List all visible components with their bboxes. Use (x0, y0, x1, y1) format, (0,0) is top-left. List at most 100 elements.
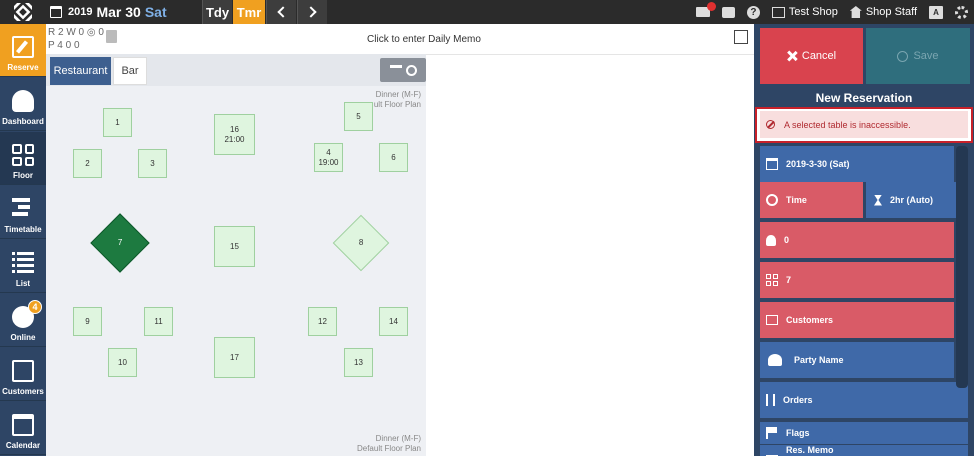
calendar-icon (12, 414, 34, 436)
today-button[interactable]: Tdy (202, 0, 232, 24)
year-label: 2019 (68, 6, 93, 18)
reservation-stats: R 2 W 0 ◎ 0 P 4 0 0 (46, 24, 104, 54)
edit-icon (12, 36, 34, 58)
staff-button[interactable]: Shop Staff (849, 6, 917, 18)
language-icon: A (929, 5, 943, 19)
next-day-button[interactable] (297, 0, 327, 24)
customers-field[interactable]: Customers (760, 302, 954, 338)
table-3[interactable]: 3 (138, 149, 167, 178)
save-label: Save (913, 50, 939, 62)
memo-label: Res. Memo (786, 445, 834, 455)
sidebar-item-label: Dashboard (2, 117, 44, 126)
stats-line-2: P 4 0 0 (48, 40, 80, 51)
close-icon (787, 51, 797, 61)
month-day-label: Mar 30 (96, 4, 141, 20)
flags-label: Flags (786, 428, 810, 438)
help-button[interactable]: ? (746, 5, 760, 19)
gauge-icon (12, 90, 34, 112)
table-6[interactable]: 6 (379, 143, 408, 172)
table-13[interactable]: 13 (344, 348, 373, 377)
duration-select[interactable]: 2hr (Auto) (866, 182, 968, 218)
fork-knife-icon (766, 394, 775, 406)
floor-plan-label-bottom: Dinner (M-F) Default Floor Plan (356, 434, 421, 453)
table-9[interactable]: 9 (73, 307, 102, 336)
table-15[interactable]: 15 (214, 226, 255, 267)
print-button[interactable] (721, 6, 735, 18)
sidebar-item-label: Floor (13, 171, 33, 180)
app-logo-icon[interactable] (0, 0, 46, 24)
globe-icon: 4 (12, 300, 42, 328)
language-button[interactable]: A (929, 5, 943, 19)
hourglass-icon (874, 194, 882, 206)
chevron-left-icon (277, 6, 289, 18)
table-12[interactable]: 12 (308, 307, 337, 336)
panel-title: New Reservation (815, 91, 913, 105)
guests-value: 0 (784, 235, 790, 245)
date-field[interactable]: 2019-3-30 (Sat) (760, 146, 954, 182)
date-display[interactable]: 2019 Mar 30 Sat (50, 0, 167, 24)
help-icon: ? (746, 5, 760, 19)
error-message: A selected table is inaccessible. (760, 111, 968, 138)
mail-icon (695, 2, 716, 17)
tomorrow-button[interactable]: Tmr (233, 0, 265, 24)
sidebar-item-online[interactable]: 4 Online (0, 294, 46, 347)
table-14[interactable]: 14 (379, 307, 408, 336)
weekday-label: Sat (144, 4, 167, 20)
orders-field[interactable]: Orders (760, 382, 968, 418)
panel-scrollbar[interactable] (956, 146, 968, 388)
table-grid-icon (766, 274, 778, 286)
table-icon (389, 65, 402, 75)
tab-restaurant[interactable]: Restaurant (50, 57, 111, 85)
table-5[interactable]: 5 (344, 102, 373, 131)
duration-value: 2hr (Auto) (890, 195, 933, 205)
guests-field[interactable]: 0 (760, 222, 954, 258)
party-name-field[interactable]: Party Name (760, 342, 954, 378)
sidebar: Reserve Dashboard Floor Timetable List 4… (0, 24, 46, 456)
shop-button[interactable]: Test Shop (771, 6, 838, 18)
staff-label: Shop Staff (865, 6, 917, 18)
daily-memo[interactable]: Click to enter Daily Memo (122, 24, 726, 54)
table-10[interactable]: 10 (108, 348, 137, 377)
sidebar-item-calendar[interactable]: Calendar (0, 402, 46, 455)
table-16[interactable]: 16 21:00 (214, 114, 255, 155)
chevron-right-icon (305, 6, 317, 18)
memo-field[interactable]: Res. Memo (760, 445, 968, 456)
settings-button[interactable] (955, 5, 968, 19)
sidebar-item-label: Calendar (5, 441, 41, 450)
table-field[interactable]: 7 (760, 262, 954, 298)
flag-icon (766, 427, 778, 439)
shop-icon (771, 6, 785, 18)
tab-bar[interactable]: Bar (113, 57, 147, 85)
table-1[interactable]: 1 (103, 108, 132, 137)
customers-label: Customers (786, 315, 834, 325)
save-button[interactable]: Save (866, 28, 970, 84)
customer-card-icon (766, 315, 778, 325)
table-2[interactable]: 2 (73, 149, 102, 178)
sidebar-item-reserve[interactable]: Reserve (0, 24, 46, 77)
sidebar-item-label: Online (10, 333, 36, 342)
sidebar-item-list[interactable]: List (0, 240, 46, 293)
flags-field[interactable]: Flags (760, 422, 968, 444)
mail-button[interactable] (695, 2, 716, 17)
floor-grid-icon (12, 144, 34, 166)
sidebar-item-timetable[interactable]: Timetable (0, 186, 46, 239)
table-4[interactable]: 4 19:00 (314, 143, 343, 172)
presentation-icon[interactable] (734, 30, 748, 44)
sidebar-item-floor[interactable]: Floor (0, 132, 46, 185)
table-17[interactable]: 17 (214, 337, 255, 378)
sidebar-item-dashboard[interactable]: Dashboard (0, 78, 46, 131)
save-circle-icon (897, 50, 909, 62)
cancel-button[interactable]: Cancel (760, 28, 863, 84)
notification-badge (706, 2, 716, 11)
table-11[interactable]: 11 (144, 307, 173, 336)
prev-day-button[interactable] (266, 0, 296, 24)
clock-icon (766, 194, 778, 206)
time-field[interactable]: Time (760, 182, 863, 218)
floor-layout-button[interactable] (380, 58, 426, 82)
people-icon (768, 354, 782, 366)
pen-icon (766, 445, 778, 456)
sidebar-item-customers[interactable]: Customers (0, 348, 46, 401)
memo-icon[interactable] (106, 30, 117, 43)
gear-icon (955, 5, 968, 19)
sidebar-item-label: List (15, 279, 31, 288)
